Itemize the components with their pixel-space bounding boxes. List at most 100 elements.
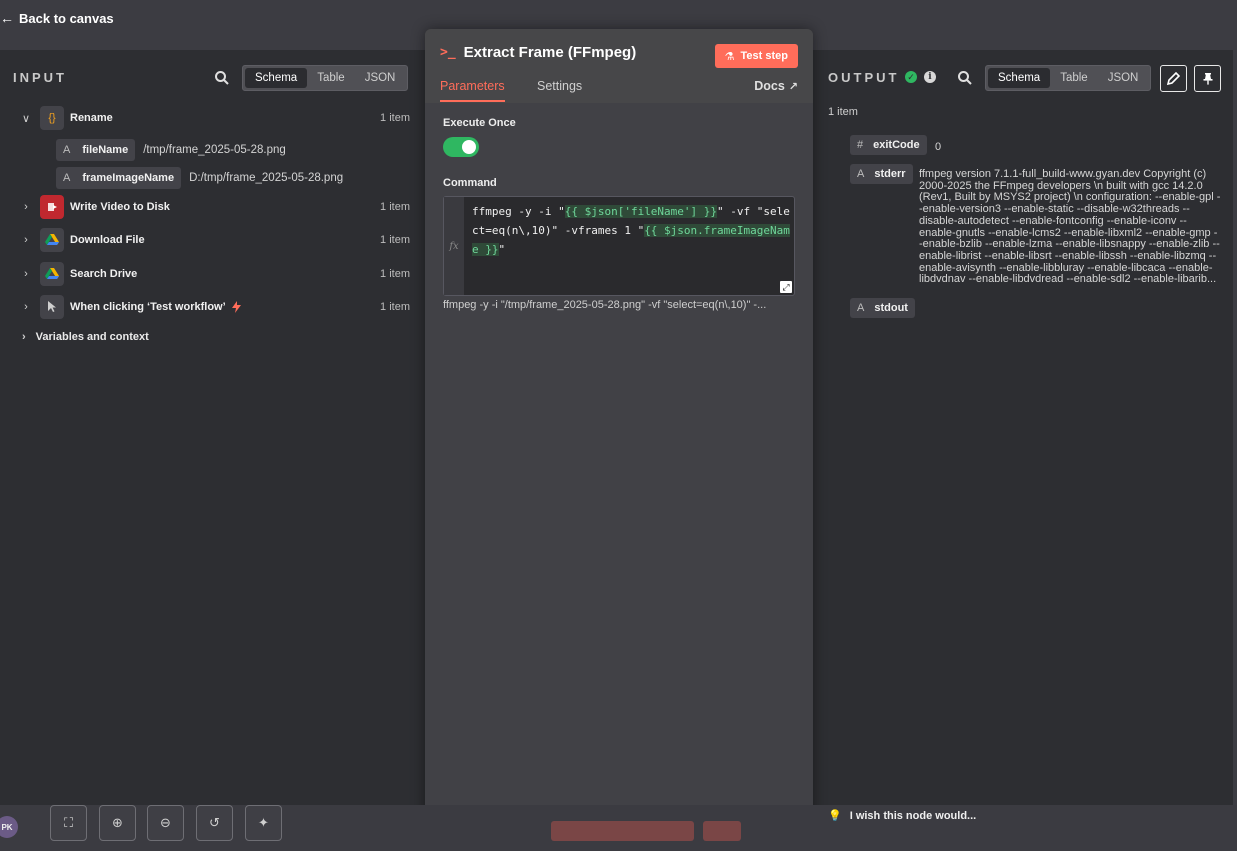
chevron-right-icon[interactable]: › (21, 301, 31, 313)
input-tab-table[interactable]: Table (307, 68, 355, 88)
node-tabs: Parameters Settings Docs ↗ (425, 75, 813, 103)
input-tab-schema[interactable]: Schema (245, 68, 308, 88)
input-node-name: Rename (70, 112, 113, 124)
chevron-right-icon[interactable]: › (21, 234, 31, 246)
output-title: OUTPUT (828, 70, 900, 85)
input-node-row[interactable]: › Search Drive 1 item (0, 260, 425, 288)
expression-token: {{ $json['fileName'] }} (564, 205, 718, 218)
output-tab-json[interactable]: JSON (1098, 68, 1149, 88)
google-drive-icon (40, 262, 64, 286)
output-tab-schema[interactable]: Schema (988, 68, 1051, 88)
input-node-name-wrap: When clicking ‘Test workflow’ (70, 301, 241, 313)
output-field-pill[interactable]: A stderr (850, 164, 913, 184)
docs-label: Docs (754, 79, 785, 93)
variables-and-context-row[interactable]: › Variables and context (22, 331, 149, 343)
string-type-icon: A (857, 302, 865, 314)
field-value: D:/tmp/frame_2025-05-28.png (189, 172, 344, 184)
input-title: INPUT (13, 70, 67, 85)
zoom-in-icon: ⊕ (112, 815, 123, 830)
chevron-down-icon[interactable]: ∨ (21, 112, 31, 125)
field-name: fileName (82, 144, 129, 156)
command-editor[interactable]: fx ffmpeg -y -i "{{ $json['fileName'] }}… (443, 196, 795, 296)
avatar[interactable]: PK (0, 816, 18, 838)
google-drive-icon (40, 228, 64, 252)
string-type-icon: A (63, 172, 71, 184)
input-node-count: 1 item (380, 201, 410, 213)
number-type-icon: # (857, 139, 864, 151)
output-item-count: 1 item (828, 106, 858, 118)
search-icon[interactable] (214, 70, 230, 86)
external-link-icon: ↗ (788, 80, 798, 93)
docs-link[interactable]: Docs ↗ (754, 79, 798, 93)
input-node-count: 1 item (380, 234, 410, 246)
string-type-icon: A (63, 144, 71, 156)
input-node-count: 1 item (380, 268, 410, 280)
schema-field-row: A fileName /tmp/frame_2025-05-28.png (56, 139, 286, 161)
output-tab-table[interactable]: Table (1050, 68, 1098, 88)
tab-parameters[interactable]: Parameters (440, 79, 505, 102)
lightbulb-icon: 💡 (828, 810, 842, 822)
command-label: Command (443, 177, 497, 189)
feedback-prompt[interactable]: 💡 I wish this node would... (828, 809, 976, 823)
expand-editor-icon[interactable]: ⤢ (780, 281, 792, 293)
toggle-knob (462, 140, 476, 154)
output-field-pill[interactable]: # exitCode (850, 135, 927, 155)
file-write-icon (40, 195, 64, 219)
pin-output-button[interactable] (1194, 65, 1221, 92)
node-title-wrap: >_ Extract Frame (FFmpeg) (440, 44, 636, 61)
input-node-row[interactable]: › When clicking ‘Test workflow’ 1 item (0, 293, 425, 321)
reset-zoom-button[interactable]: ↺ (196, 805, 233, 841)
input-node-name: Search Drive (70, 268, 138, 280)
execute-workflow-button[interactable] (551, 821, 694, 841)
edit-output-button[interactable] (1160, 65, 1187, 92)
fit-view-button[interactable]: ⛶ (50, 805, 87, 841)
field-name: frameImageName (82, 172, 175, 184)
schema-field-pill[interactable]: A fileName (56, 139, 136, 161)
variables-label: Variables and context (35, 331, 149, 343)
string-type-icon: A (857, 168, 865, 180)
back-to-canvas-link[interactable]: ← Back to canvas (0, 10, 114, 26)
input-node-count: 1 item (380, 112, 410, 124)
success-check-icon: ✓ (905, 71, 917, 83)
command-text: " (498, 243, 506, 256)
execute-options-button[interactable] (703, 821, 741, 841)
input-view-switcher: Schema Table JSON (242, 65, 409, 91)
output-panel: OUTPUT ✓ i Schema Table JSON 1 item # ex… (813, 50, 1233, 805)
tab-settings[interactable]: Settings (537, 79, 582, 101)
zoom-out-button[interactable]: ⊖ (147, 805, 184, 841)
output-field-pill[interactable]: A stdout (850, 298, 915, 318)
node-settings-panel: >_ Extract Frame (FFmpeg) ⚗ Test step Pa… (425, 29, 813, 826)
zoom-in-button[interactable]: ⊕ (99, 805, 136, 841)
test-step-button[interactable]: ⚗ Test step (714, 44, 798, 68)
tidy-up-button[interactable]: ✦ (245, 805, 282, 841)
input-node-row[interactable]: › Write Video to Disk 1 item (0, 193, 425, 221)
field-name: stderr (874, 168, 906, 180)
command-preview: ffmpeg -y -i "/tmp/frame_2025-05-28.png"… (443, 299, 767, 311)
input-node-count: 1 item (380, 301, 410, 313)
input-node-name: Download File (70, 234, 145, 246)
fx-icon: fx (444, 197, 464, 295)
broom-icon: ✦ (258, 815, 269, 830)
input-node-name: When clicking ‘Test workflow’ (70, 301, 226, 313)
input-node-name: Write Video to Disk (70, 201, 170, 213)
execute-once-toggle[interactable] (443, 137, 479, 157)
info-icon[interactable]: i (924, 71, 936, 83)
search-icon[interactable] (957, 70, 973, 86)
input-tab-json[interactable]: JSON (355, 68, 406, 88)
field-name: exitCode (873, 139, 920, 151)
zoom-out-icon: ⊖ (160, 815, 171, 830)
terminal-icon: >_ (440, 45, 456, 60)
node-title[interactable]: Extract Frame (FFmpeg) (464, 44, 637, 61)
command-code[interactable]: ffmpeg -y -i "{{ $json['fileName'] }}" -… (472, 202, 790, 259)
command-text: ffmpeg -y -i " (472, 205, 565, 218)
schema-field-pill[interactable]: A frameImageName (56, 167, 182, 189)
input-node-row[interactable]: › Download File 1 item (0, 226, 425, 254)
chevron-right-icon: › (22, 331, 26, 343)
lightning-icon (231, 301, 241, 313)
undo-icon: ↺ (209, 815, 220, 830)
input-node-row[interactable]: ∨ {} Rename 1 item (0, 104, 425, 132)
execute-once-label: Execute Once (443, 117, 516, 129)
chevron-right-icon[interactable]: › (21, 201, 31, 213)
arrow-left-icon: ← (0, 10, 14, 26)
chevron-right-icon[interactable]: › (21, 268, 31, 280)
